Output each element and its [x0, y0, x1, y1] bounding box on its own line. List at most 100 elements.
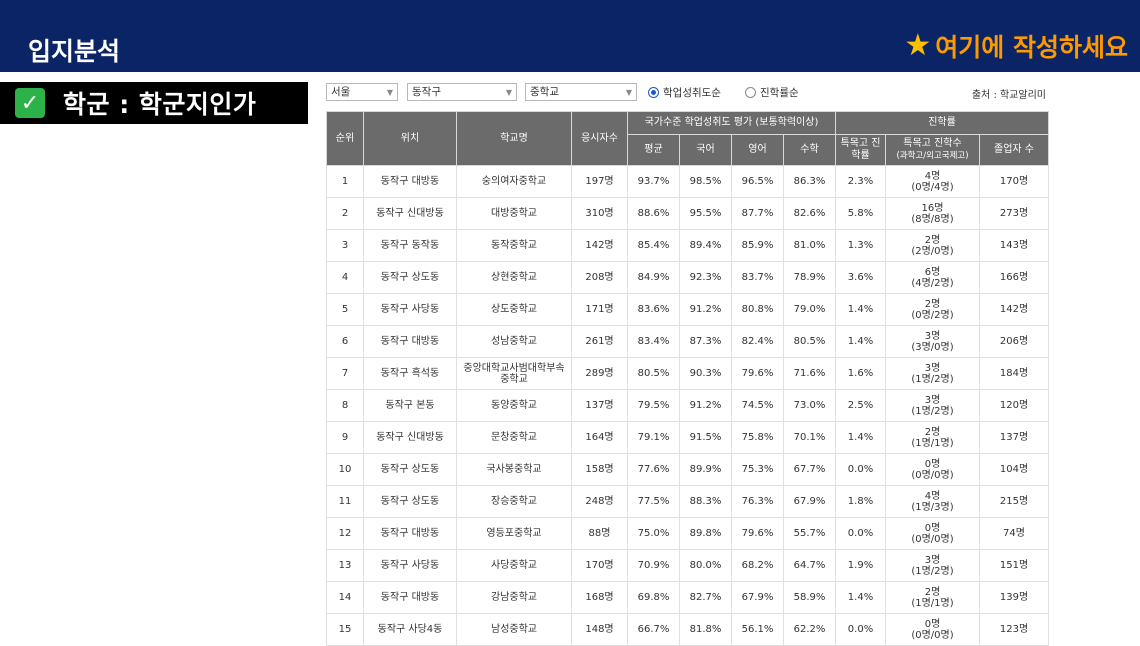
cell-special-count-total: 3명 — [924, 330, 941, 342]
city-select-value: 서울 — [331, 86, 351, 98]
cell-english: 96.5% — [731, 165, 784, 198]
cell-korean: 92.3% — [679, 261, 732, 294]
cell-rank: 11 — [326, 485, 364, 518]
cell-location: 동작구 동작동 — [363, 229, 457, 262]
cell-rank: 13 — [326, 549, 364, 582]
cell-graduates: 166명 — [979, 261, 1050, 294]
cell-special-rate: 1.9% — [835, 549, 886, 582]
cell-special-count: 2명 (1명/1명) — [885, 421, 980, 454]
topic-label: 학군 : 학군지인가 — [63, 90, 257, 119]
cell-special-count-breakdown: (1명/1명) — [911, 597, 954, 609]
table-row: 2 동작구 신대방동 대방중학교 310명 88.6% 95.5% 87.7% 82.6% 5.… — [326, 197, 1050, 230]
header-average: 평균 — [627, 134, 680, 166]
cell-english: 76.3% — [731, 485, 784, 518]
cell-rank: 9 — [326, 421, 364, 454]
cell-special-count-breakdown: (0명/4명) — [911, 181, 954, 193]
cell-location: 동작구 사당동 — [363, 293, 457, 326]
cell-school-name: 영등포중학교 — [456, 517, 572, 550]
cell-special-count-breakdown: (1명/2명) — [911, 405, 954, 417]
cell-special-count-total: 2명 — [924, 298, 941, 310]
cell-korean: 88.3% — [679, 485, 732, 518]
header-examinees: 응시자수 — [571, 111, 628, 166]
cell-special-rate: 1.8% — [835, 485, 886, 518]
radio-advancement[interactable]: 진학률순 — [745, 85, 799, 100]
cell-special-rate: 5.8% — [835, 197, 886, 230]
cell-rank: 1 — [326, 165, 364, 198]
table-row: 10 동작구 상도동 국사봉중학교 158명 77.6% 89.9% 75.3% 67.7% 0… — [326, 453, 1050, 486]
cell-special-rate: 3.6% — [835, 261, 886, 294]
cell-korean: 91.2% — [679, 293, 732, 326]
cell-english: 87.7% — [731, 197, 784, 230]
cell-average: 79.5% — [627, 389, 680, 422]
cell-examinees: 142명 — [571, 229, 628, 262]
district-select[interactable]: 동작구 ▼ — [407, 83, 517, 101]
cell-math: 86.3% — [783, 165, 836, 198]
cell-special-count-total: 2명 — [924, 426, 941, 438]
cell-special-rate: 1.4% — [835, 293, 886, 326]
header-advancement: 진학률 — [834, 111, 1050, 135]
cell-location: 동작구 대방동 — [363, 325, 457, 358]
cell-special-rate: 2.3% — [835, 165, 886, 198]
cell-rank: 12 — [326, 517, 364, 550]
header-special-count-sub: (과학고/외고국제고) — [896, 151, 969, 161]
cell-rank: 6 — [326, 325, 364, 358]
cell-location: 동작구 사당동 — [363, 549, 457, 582]
cell-special-count-total: 4명 — [924, 490, 941, 502]
cell-korean: 80.0% — [679, 549, 732, 582]
school-level-select[interactable]: 중학교 ▼ — [525, 83, 637, 101]
cell-math: 79.0% — [783, 293, 836, 326]
radio-achievement[interactable]: 학업성취도순 — [648, 85, 721, 100]
cell-examinees: 164명 — [571, 421, 628, 454]
cell-location: 동작구 본동 — [363, 389, 457, 422]
placeholder-note-text: 여기에 작성하세요 — [935, 33, 1128, 62]
cell-special-count-breakdown: (4명/2명) — [911, 277, 954, 289]
cell-average: 75.0% — [627, 517, 680, 550]
source-label: 출처 : 학교알리미 — [971, 90, 1046, 101]
cell-special-rate: 1.4% — [835, 325, 886, 358]
table-body: 1 동작구 대방동 숭의여자중학교 197명 93.7% 98.5% 96.5% 86.3% 2… — [326, 165, 1050, 646]
cell-rank: 3 — [326, 229, 364, 262]
radio-unselected-icon[interactable] — [745, 87, 756, 98]
cell-location: 동작구 상도동 — [363, 261, 457, 294]
cell-special-count-total: 3명 — [924, 362, 941, 374]
radio-achievement-label: 학업성취도순 — [663, 87, 721, 99]
cell-special-count: 3명 (1명/2명) — [885, 389, 980, 422]
cell-special-count-total: 2명 — [924, 234, 941, 246]
cell-math: 78.9% — [783, 261, 836, 294]
cell-korean: 89.8% — [679, 517, 732, 550]
cell-school-name: 상도중학교 — [456, 293, 572, 326]
cell-graduates: 139명 — [979, 581, 1050, 614]
chevron-down-icon: ▼ — [386, 88, 393, 97]
cell-english: 75.3% — [731, 453, 784, 486]
table-row: 8 동작구 본동 동양중학교 137명 79.5% 91.2% 74.5% 73.0% 2.5%… — [326, 389, 1050, 422]
cell-examinees: 289명 — [571, 357, 628, 390]
city-select[interactable]: 서울 ▼ — [326, 83, 398, 101]
district-select-value: 동작구 — [412, 86, 441, 98]
cell-english: 68.2% — [731, 549, 784, 582]
cell-korean: 91.5% — [679, 421, 732, 454]
table-row: 7 동작구 흑석동 중앙대학교사범대학부속중학교 289명 80.5% 90.3% 79.6… — [326, 357, 1050, 390]
cell-rank: 14 — [326, 581, 364, 614]
cell-examinees: 88명 — [571, 517, 628, 550]
cell-location: 동작구 대방동 — [363, 581, 457, 614]
cell-graduates: 74명 — [979, 517, 1050, 550]
cell-rank: 2 — [326, 197, 364, 230]
cell-math: 67.7% — [783, 453, 836, 486]
cell-special-count: 3명 (3명/0명) — [885, 325, 980, 358]
cell-special-count-breakdown: (0명/2명) — [911, 309, 954, 321]
cell-examinees: 168명 — [571, 581, 628, 614]
cell-rank: 5 — [326, 293, 364, 326]
cell-math: 70.1% — [783, 421, 836, 454]
chevron-down-icon: ▼ — [505, 88, 512, 97]
header-special-rate: 특목고 진학률 — [835, 134, 886, 166]
cell-examinees: 197명 — [571, 165, 628, 198]
cell-special-count: 3명 (1명/2명) — [885, 357, 980, 390]
cell-school-name: 사당중학교 — [456, 549, 572, 582]
cell-special-count-breakdown: (1명/1명) — [911, 437, 954, 449]
radio-selected-icon[interactable] — [648, 87, 659, 98]
cell-special-count-breakdown: (1명/2명) — [911, 373, 954, 385]
cell-special-count-breakdown: (0명/0명) — [911, 629, 954, 641]
cell-math: 82.6% — [783, 197, 836, 230]
cell-special-count: 4명 (1명/3명) — [885, 485, 980, 518]
cell-math: 81.0% — [783, 229, 836, 262]
